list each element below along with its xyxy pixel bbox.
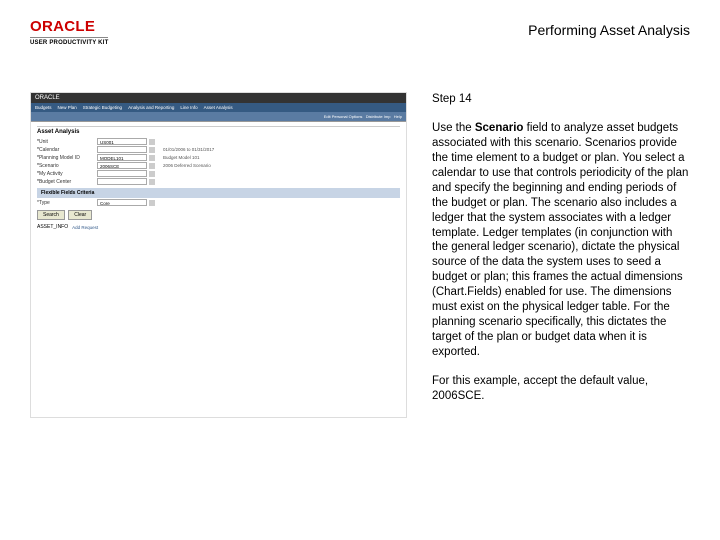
budget-center-input[interactable] bbox=[97, 178, 147, 185]
app-topbar: ORACLE bbox=[31, 93, 406, 103]
lookup-icon[interactable] bbox=[149, 147, 155, 153]
upk-label: USER PRODUCTIVITY KIT bbox=[30, 37, 108, 46]
activity-input[interactable] bbox=[97, 170, 147, 177]
app-navbar: Budgets New Plan Strategic Budgeting Ana… bbox=[31, 103, 406, 112]
bottom-label: ASSET_INFO bbox=[37, 224, 68, 230]
field-label: Unit bbox=[37, 139, 97, 145]
embedded-screenshot: ORACLE Budgets New Plan Strategic Budget… bbox=[30, 92, 407, 418]
field-label: Calendar bbox=[37, 147, 97, 153]
clear-button[interactable]: Clear bbox=[68, 210, 92, 220]
subnav-item: Help bbox=[394, 114, 402, 119]
instruction-paragraph-1: Use the Scenario field to analyze asset … bbox=[432, 121, 690, 360]
scenario-bold: Scenario bbox=[475, 122, 524, 134]
field-desc: Budget Model 101 bbox=[163, 155, 200, 160]
field-label: Planning Model ID bbox=[37, 155, 97, 161]
nav-item: Budgets bbox=[35, 105, 52, 110]
subnav-item: Edit Personal Options bbox=[324, 114, 363, 119]
field-desc: 01/01/2006 to 01/31/2017 bbox=[163, 147, 214, 152]
text: Use the bbox=[432, 122, 475, 134]
lookup-icon[interactable] bbox=[149, 171, 155, 177]
nav-item: Analysis and Reporting bbox=[128, 105, 174, 110]
field-label: Scenario bbox=[37, 163, 97, 169]
panel-title: Asset Analysis bbox=[37, 126, 400, 135]
lookup-icon[interactable] bbox=[149, 139, 155, 145]
brand-logo-block: ORACLE USER PRODUCTIVITY KIT bbox=[30, 18, 108, 46]
lookup-icon[interactable] bbox=[149, 179, 155, 185]
nav-item: Line Info bbox=[180, 105, 197, 110]
field-label: Budget Center bbox=[37, 179, 97, 185]
instruction-paragraph-2: For this example, accept the default val… bbox=[432, 374, 690, 404]
instruction-panel: Step 14 Use the Scenario field to analyz… bbox=[432, 92, 690, 418]
oracle-logo: ORACLE bbox=[30, 18, 108, 35]
search-button[interactable]: Search bbox=[37, 210, 65, 220]
lookup-icon[interactable] bbox=[149, 200, 155, 206]
lookup-icon[interactable] bbox=[149, 163, 155, 169]
nav-item: Asset Analysis bbox=[204, 105, 233, 110]
nav-item: New Plan bbox=[58, 105, 77, 110]
app-subnav: Edit Personal Options Distribute Imp Hel… bbox=[31, 112, 406, 122]
page-title: Performing Asset Analysis bbox=[528, 18, 690, 38]
calendar-input[interactable] bbox=[97, 146, 147, 153]
step-number: Step 14 bbox=[432, 92, 690, 107]
model-input[interactable]: MODEL101 bbox=[97, 154, 147, 161]
field-label: *Type bbox=[37, 200, 97, 206]
nav-item: Strategic Budgeting bbox=[83, 105, 122, 110]
field-desc: 2006 Deferred Scenario bbox=[163, 163, 211, 168]
lookup-icon[interactable] bbox=[149, 155, 155, 161]
field-label: My Activity bbox=[37, 171, 97, 177]
subnav-item: Distribute Imp bbox=[366, 114, 391, 119]
text: field to analyze asset budgets associate… bbox=[432, 122, 688, 358]
type-input[interactable]: Core bbox=[97, 199, 147, 206]
scenario-input[interactable]: 2006SCE bbox=[97, 162, 147, 169]
section-bar: Flexible Fields Criteria bbox=[37, 188, 400, 198]
unit-input[interactable]: US001 bbox=[97, 138, 147, 145]
add-request-link[interactable]: Add Request bbox=[72, 225, 98, 230]
form-panel: Asset Analysis UnitUS001 Calendar 01/01/2… bbox=[31, 122, 406, 235]
